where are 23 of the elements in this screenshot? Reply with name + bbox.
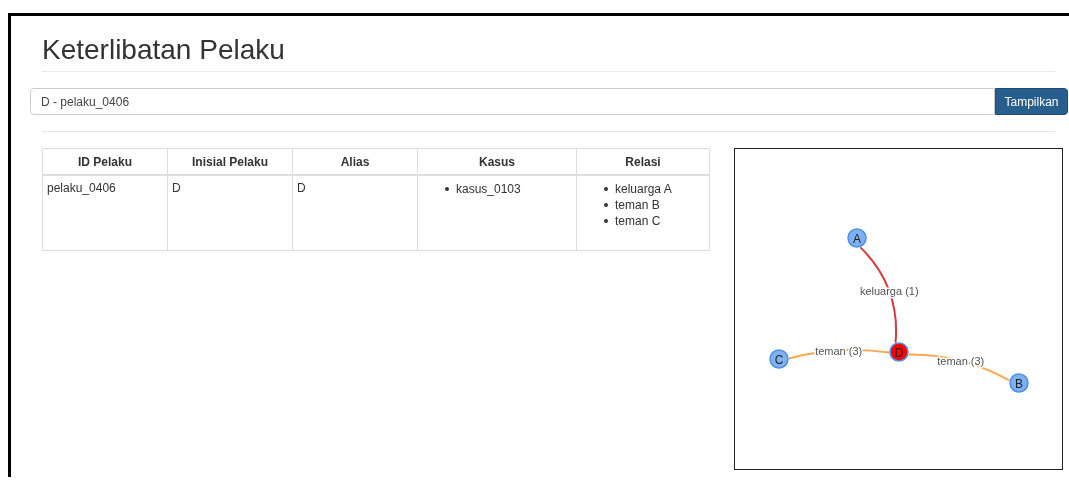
column-header: Kasus [417,148,577,175]
search-field[interactable]: D - pelaku_0406 [30,88,995,115]
graph-node[interactable]: A [847,228,867,248]
column-header: ID Pelaku [42,148,168,175]
graph-node[interactable]: C [769,349,789,369]
column-header: Alias [292,148,418,175]
list-item: kasus_0103 [456,181,521,197]
bullet-icon [604,203,608,207]
table-cell: D [292,175,418,251]
table-cell: D [167,175,293,251]
bullet-icon [445,187,449,191]
page-title: Keterlibatan Pelaku [42,33,285,67]
list-item: keluarga A [615,181,672,197]
list-item: teman B [615,197,660,213]
show-button[interactable]: Tampilkan [995,88,1068,115]
bullet-icon [604,187,608,191]
bullet-icon [604,219,608,223]
graph-node[interactable]: B [1009,373,1029,393]
column-header: Relasi [576,148,710,175]
table-cell: pelaku_0406 [42,175,168,251]
column-header: Inisial Pelaku [167,148,293,175]
list-item: teman C [615,213,661,229]
graph-node[interactable]: D [889,342,909,362]
